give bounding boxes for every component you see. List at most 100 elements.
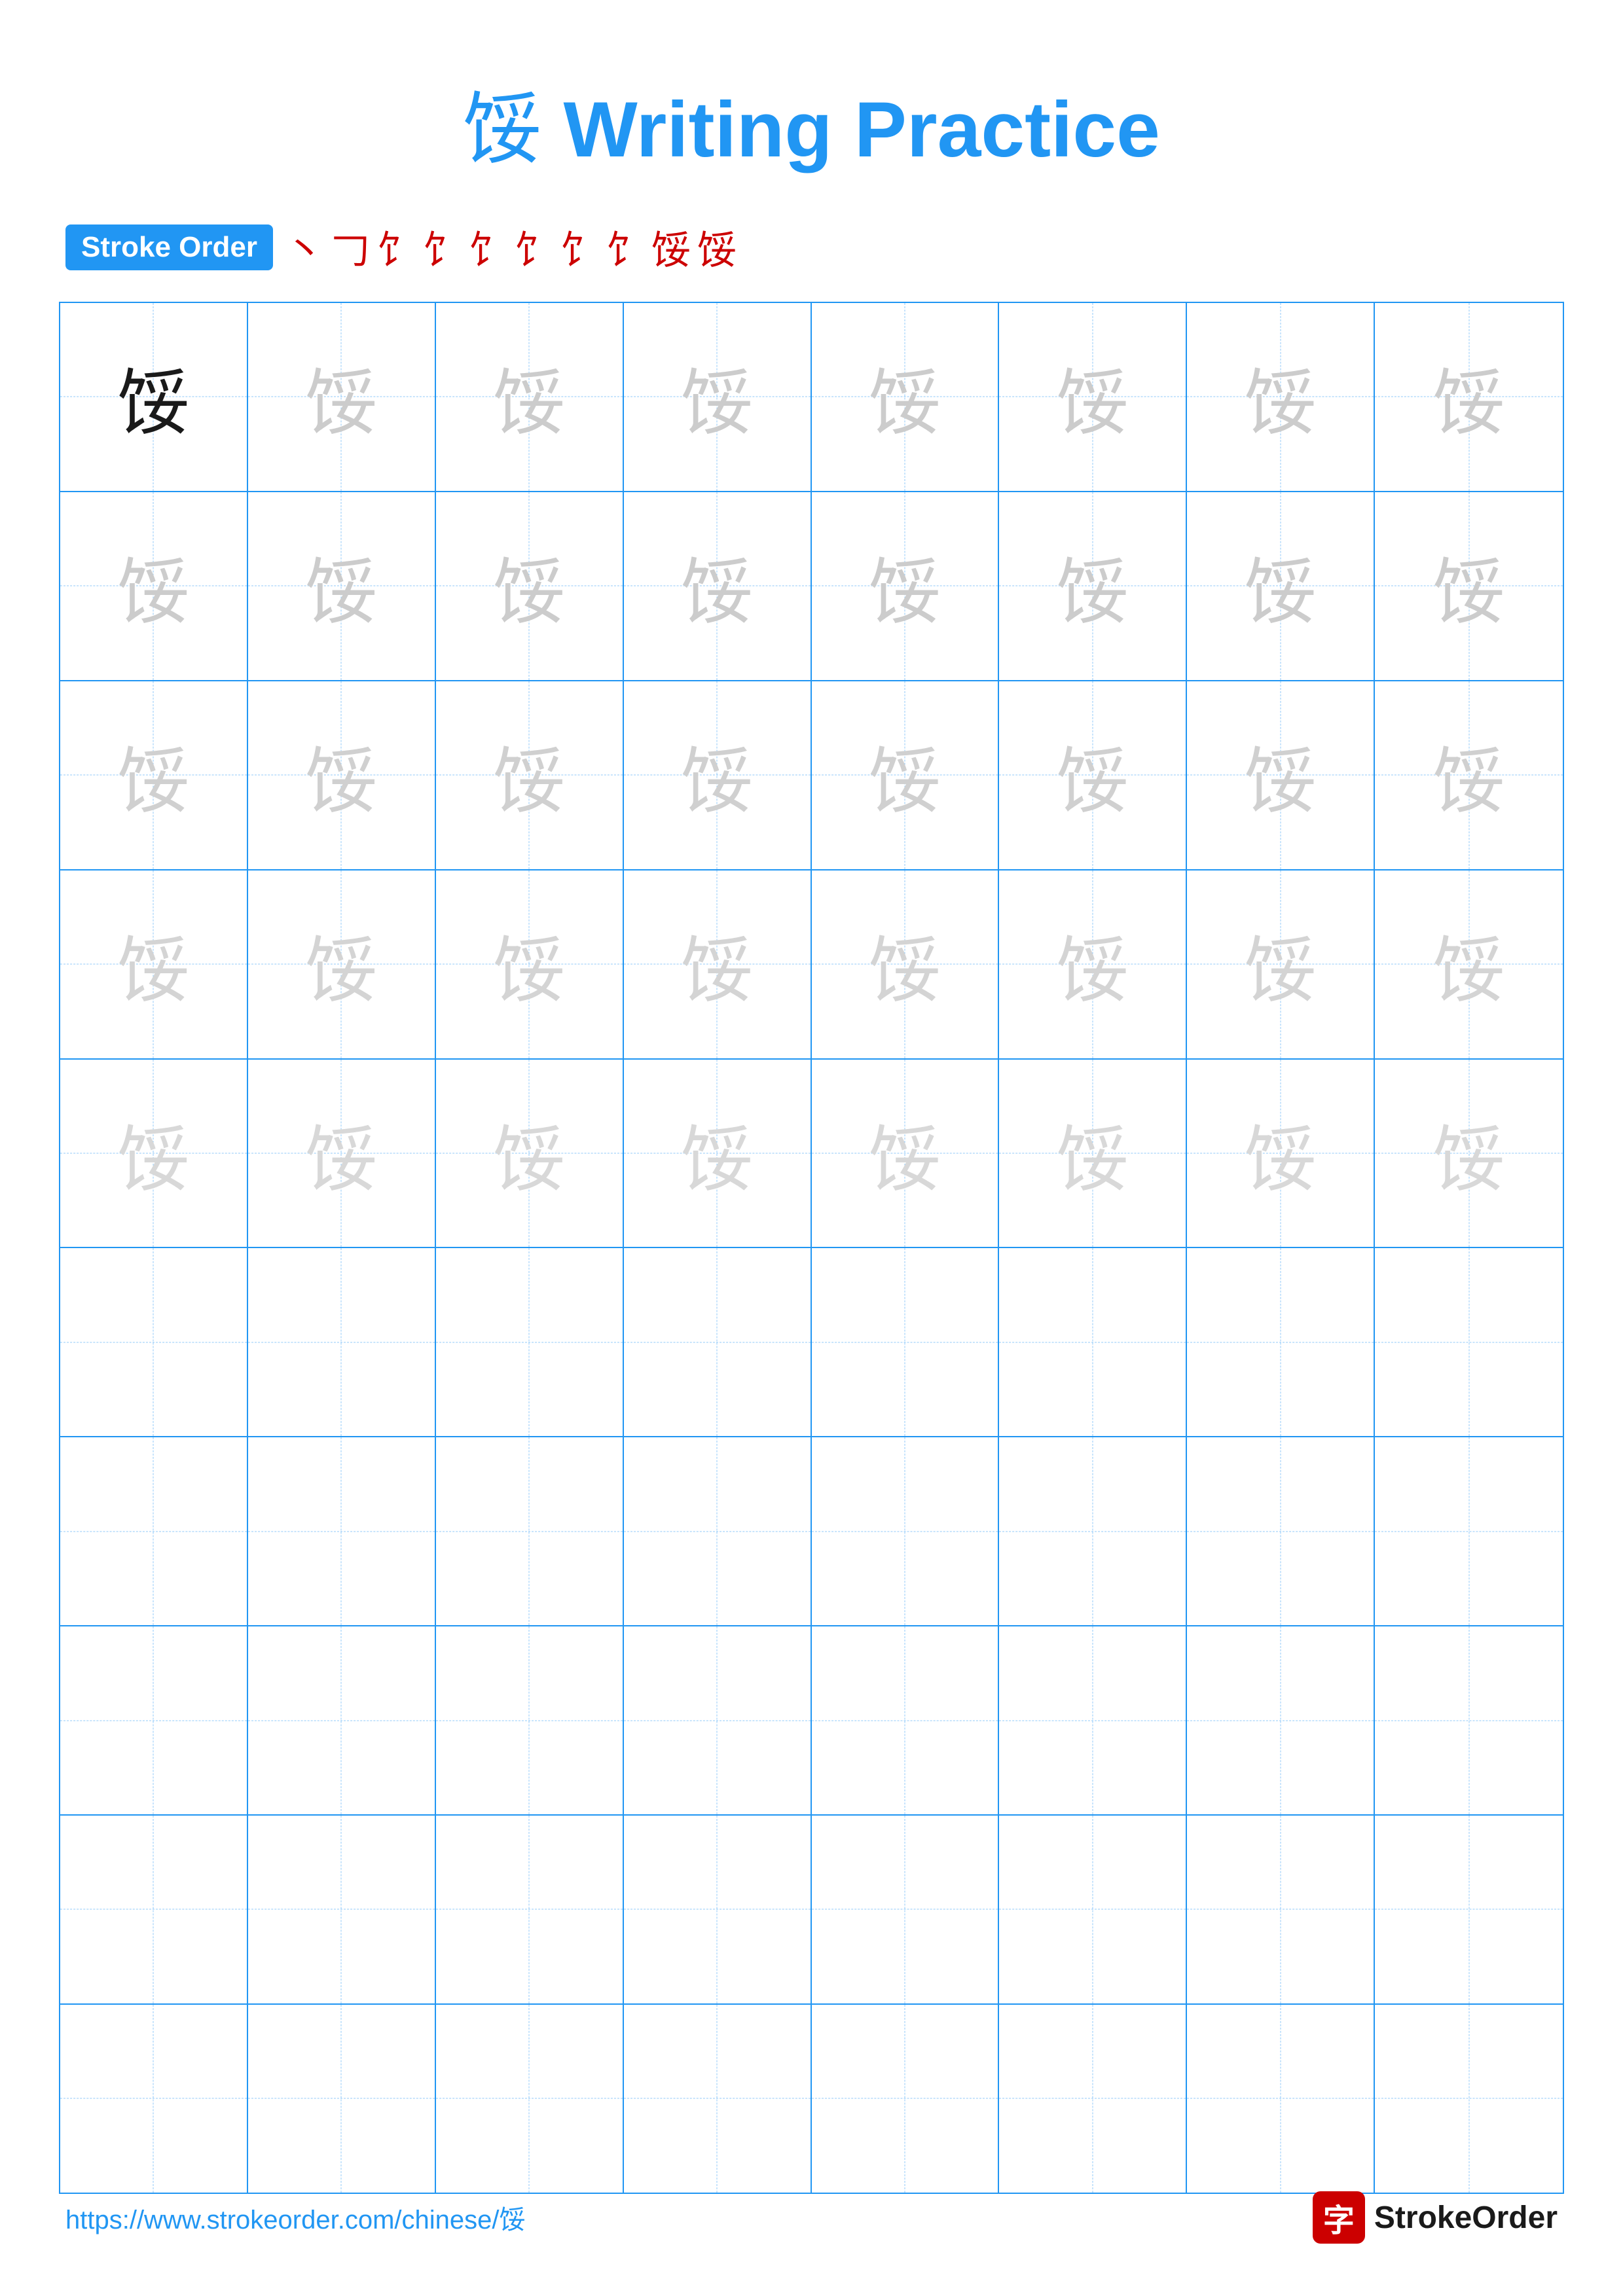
- grid-cell[interactable]: 馁: [436, 492, 624, 680]
- grid-cell[interactable]: [1187, 1437, 1375, 1625]
- grid-cell[interactable]: 馁: [999, 492, 1187, 680]
- title-char: 馁: [463, 86, 541, 173]
- grid-cell[interactable]: [248, 1437, 436, 1625]
- practice-char: 馁: [305, 723, 377, 827]
- grid-cell[interactable]: 馁: [1187, 303, 1375, 491]
- grid-cell[interactable]: [999, 1437, 1187, 1625]
- grid-cell[interactable]: [248, 1248, 436, 1436]
- stroke-8: 饣: [606, 219, 645, 276]
- grid-cell[interactable]: [436, 1626, 624, 1814]
- grid-cell[interactable]: 馁: [812, 303, 1000, 491]
- grid-cell[interactable]: [436, 2005, 624, 2193]
- grid-cell[interactable]: 馁: [999, 303, 1187, 491]
- grid-row: 馁 馁 馁 馁 馁 馁 馁 馁: [60, 681, 1563, 870]
- grid-row-empty: [60, 1626, 1563, 1816]
- grid-cell[interactable]: [812, 1248, 1000, 1436]
- grid-cell[interactable]: 馁: [1375, 870, 1563, 1058]
- grid-cell[interactable]: [1187, 1816, 1375, 2003]
- grid-cell[interactable]: [60, 1626, 248, 1814]
- grid-cell[interactable]: 馁: [812, 681, 1000, 869]
- grid-cell[interactable]: [60, 1437, 248, 1625]
- grid-cell[interactable]: [1187, 1248, 1375, 1436]
- grid-cell[interactable]: [812, 1816, 1000, 2003]
- grid-cell[interactable]: [624, 1626, 812, 1814]
- stroke-7: 饣: [560, 219, 599, 276]
- grid-cell[interactable]: [248, 2005, 436, 2193]
- grid-cell[interactable]: [999, 1248, 1187, 1436]
- practice-char: 馁: [1433, 533, 1505, 638]
- grid-cell[interactable]: 馁: [60, 870, 248, 1058]
- grid-cell[interactable]: 馁: [248, 303, 436, 491]
- grid-cell[interactable]: [1375, 1626, 1563, 1814]
- practice-char: 馁: [1057, 344, 1129, 449]
- practice-char: 馁: [1245, 344, 1317, 449]
- grid-cell[interactable]: [812, 1437, 1000, 1625]
- grid-cell[interactable]: [812, 2005, 1000, 2193]
- grid-cell[interactable]: [436, 1437, 624, 1625]
- grid-cell[interactable]: 馁: [248, 1060, 436, 1247]
- grid-cell[interactable]: [1375, 1437, 1563, 1625]
- grid-cell[interactable]: [436, 1816, 624, 2003]
- practice-char: 馁: [1057, 533, 1129, 638]
- grid-cell[interactable]: [1375, 1816, 1563, 2003]
- grid-cell[interactable]: [60, 1816, 248, 2003]
- grid-cell[interactable]: [60, 2005, 248, 2193]
- grid-cell[interactable]: 馁: [436, 870, 624, 1058]
- grid-cell[interactable]: 馁: [1375, 681, 1563, 869]
- grid-cell[interactable]: 馁: [1187, 492, 1375, 680]
- grid-cell[interactable]: 馁: [812, 1060, 1000, 1247]
- grid-cell[interactable]: 馁: [999, 870, 1187, 1058]
- grid-cell[interactable]: 馁: [1375, 1060, 1563, 1247]
- grid-cell[interactable]: 馁: [436, 681, 624, 869]
- grid-cell[interactable]: [624, 1816, 812, 2003]
- grid-cell[interactable]: 馁: [999, 681, 1187, 869]
- grid-cell[interactable]: 馁: [60, 1060, 248, 1247]
- stroke-3: 饣: [376, 219, 416, 276]
- grid-cell[interactable]: 馁: [248, 870, 436, 1058]
- practice-char: 馁: [1057, 1101, 1129, 1206]
- grid-cell[interactable]: [812, 1626, 1000, 1814]
- grid-cell[interactable]: 馁: [60, 303, 248, 491]
- practice-char: 馁: [1245, 533, 1317, 638]
- practice-char: 馁: [117, 723, 189, 827]
- grid-cell[interactable]: [1187, 2005, 1375, 2193]
- grid-cell[interactable]: [248, 1816, 436, 2003]
- grid-cell[interactable]: [624, 1248, 812, 1436]
- grid-cell[interactable]: [999, 1626, 1187, 1814]
- grid-cell[interactable]: 馁: [436, 1060, 624, 1247]
- grid-cell[interactable]: 馁: [436, 303, 624, 491]
- grid-cell[interactable]: 馁: [1187, 681, 1375, 869]
- grid-cell[interactable]: 馁: [624, 681, 812, 869]
- grid-cell[interactable]: 馁: [60, 492, 248, 680]
- grid-cell[interactable]: [1375, 2005, 1563, 2193]
- grid-cell[interactable]: [624, 1437, 812, 1625]
- grid-cell[interactable]: 馁: [248, 492, 436, 680]
- grid-cell[interactable]: 馁: [812, 492, 1000, 680]
- stroke-10: 馁: [697, 219, 737, 276]
- grid-cell[interactable]: 馁: [624, 1060, 812, 1247]
- grid-cell[interactable]: 馁: [1187, 870, 1375, 1058]
- grid-cell[interactable]: [624, 2005, 812, 2193]
- grid-cell[interactable]: 馁: [1375, 303, 1563, 491]
- practice-char: 馁: [681, 1101, 753, 1206]
- grid-cell[interactable]: [248, 1626, 436, 1814]
- stroke-1: 丶: [285, 219, 324, 276]
- grid-cell[interactable]: 馁: [624, 492, 812, 680]
- grid-cell[interactable]: 馁: [1375, 492, 1563, 680]
- practice-grid: 馁 馁 馁 馁 馁 馁 馁 馁 馁 馁 馁 馁 馁 馁 馁 馁 馁 馁 馁 馁 …: [59, 302, 1564, 2194]
- practice-char: 馁: [1245, 723, 1317, 827]
- grid-cell[interactable]: 馁: [60, 681, 248, 869]
- grid-cell[interactable]: [999, 2005, 1187, 2193]
- grid-cell[interactable]: 馁: [248, 681, 436, 869]
- grid-cell[interactable]: 馁: [624, 870, 812, 1058]
- grid-cell[interactable]: 馁: [1187, 1060, 1375, 1247]
- grid-cell[interactable]: [60, 1248, 248, 1436]
- grid-cell[interactable]: [1375, 1248, 1563, 1436]
- grid-cell[interactable]: 馁: [624, 303, 812, 491]
- grid-cell[interactable]: 馁: [812, 870, 1000, 1058]
- footer-url[interactable]: https://www.strokeorder.com/chinese/馁: [65, 2198, 526, 2236]
- grid-cell[interactable]: 馁: [999, 1060, 1187, 1247]
- grid-cell[interactable]: [999, 1816, 1187, 2003]
- grid-cell[interactable]: [436, 1248, 624, 1436]
- grid-cell[interactable]: [1187, 1626, 1375, 1814]
